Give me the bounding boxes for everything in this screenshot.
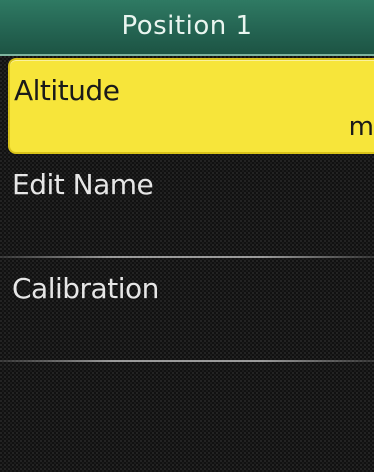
menu-item-label: Altitude	[14, 74, 120, 107]
divider	[0, 360, 374, 362]
altitude-unit: m	[348, 112, 374, 142]
menu-item-calibration[interactable]: Calibration	[0, 258, 374, 362]
title-bar: Position 1	[0, 0, 374, 56]
device-screen: Position 1 Altitude m Edit Name Calibrat…	[0, 0, 374, 472]
menu-item-label: Edit Name	[12, 168, 154, 201]
menu-list: Altitude m Edit Name Calibration	[0, 56, 374, 362]
menu-item-label: Calibration	[12, 272, 159, 305]
menu-item-altitude[interactable]: Altitude m	[8, 58, 374, 154]
menu-item-edit-name[interactable]: Edit Name	[0, 154, 374, 258]
page-title: Position 1	[121, 11, 253, 41]
